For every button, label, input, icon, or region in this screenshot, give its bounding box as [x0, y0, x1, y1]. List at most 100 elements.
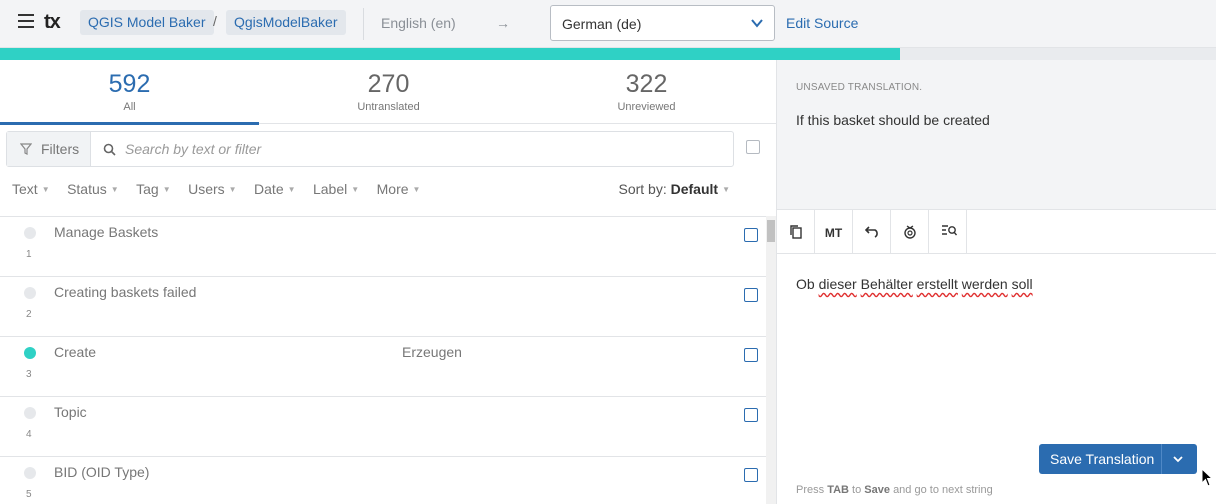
tab-count: 270 [367, 70, 410, 98]
translation-word: soll [1011, 276, 1033, 292]
tab-untranslated[interactable]: 270 Untranslated [259, 60, 518, 124]
arrow-right-icon: → [496, 15, 510, 31]
string-list: 1 Manage Baskets 2 Creating baskets fail… [0, 216, 766, 504]
string-source: Topic [54, 404, 87, 420]
translation-word: dieser [818, 276, 857, 292]
string-source: Creating baskets failed [54, 284, 197, 300]
breadcrumb-organization[interactable]: QGIS Model Baker [80, 10, 214, 35]
filters-label: Filters [41, 141, 80, 157]
status-tabs: 592 All 270 Untranslated 322 Unreviewed [0, 60, 776, 125]
caret-down-icon: ▼ [41, 185, 50, 194]
string-row[interactable]: 4 Topic [0, 397, 766, 457]
save-translation-button[interactable]: Save Translation [1039, 444, 1197, 474]
machine-translation-button[interactable]: MT [815, 210, 853, 254]
facet-label: Tag [136, 181, 159, 197]
list-scrollbar[interactable] [766, 216, 776, 504]
source-string-box: UNSAVED TRANSLATION. If this basket shou… [777, 60, 1216, 210]
save-label: Save Translation [1050, 451, 1155, 467]
row-checkbox[interactable] [744, 228, 758, 242]
string-index: 4 [26, 429, 32, 440]
caret-down-icon: ▼ [287, 185, 296, 194]
string-index: 1 [26, 249, 32, 260]
breadcrumb-separator: / [213, 13, 217, 29]
row-checkbox[interactable] [744, 468, 758, 482]
target-language-value: German (de) [562, 16, 642, 32]
translation-word: Behälter [860, 276, 913, 292]
transifex-logo[interactable]: tx [44, 11, 61, 34]
facet-label: Status [67, 181, 107, 197]
editor-panel: UNSAVED TRANSLATION. If this basket shou… [776, 60, 1216, 504]
hint-action: Save [864, 484, 890, 496]
header-divider [363, 8, 364, 40]
caret-down-icon: ▼ [162, 185, 171, 194]
row-checkbox[interactable] [744, 408, 758, 422]
search-list-icon [942, 225, 957, 236]
tab-label: Untranslated [357, 101, 420, 113]
facet-label-filter[interactable]: Label ▼ [313, 181, 359, 197]
sort-dropdown[interactable]: Sort by: Default ▼ [618, 181, 730, 197]
search-input[interactable] [125, 133, 725, 165]
string-row[interactable]: 3 Create Erzeugen [0, 337, 766, 397]
hint-text: to [852, 484, 862, 496]
target-language-select[interactable]: German (de) [550, 5, 775, 41]
facet-label: Text [12, 181, 38, 197]
facet-label: More [376, 181, 409, 197]
string-row[interactable]: 2 Creating baskets failed [0, 277, 766, 337]
translation-progress-bar [0, 48, 1216, 60]
facet-status[interactable]: Status ▼ [67, 181, 119, 197]
string-index: 5 [26, 489, 32, 500]
search-icon [103, 143, 116, 156]
special-characters-button[interactable] [891, 210, 929, 254]
string-source: BID (OID Type) [54, 464, 150, 480]
tab-count: 322 [625, 70, 668, 98]
string-row[interactable]: 1 Manage Baskets [0, 217, 766, 277]
copy-icon [790, 225, 802, 239]
mouse-cursor-icon [1201, 468, 1213, 487]
facet-label: Users [188, 181, 225, 197]
string-row[interactable]: 5 BID (OID Type) [0, 457, 766, 504]
tab-label: All [123, 101, 136, 113]
status-dot [24, 407, 36, 419]
hint-text: and go to next string [893, 484, 993, 496]
facet-tag[interactable]: Tag ▼ [136, 181, 171, 197]
editor-toolbar: MT [777, 210, 1216, 254]
string-index: 2 [26, 309, 32, 320]
undo-icon [865, 226, 878, 238]
row-checkbox[interactable] [744, 288, 758, 302]
facet-date[interactable]: Date ▼ [254, 181, 296, 197]
facet-text[interactable]: Text ▼ [12, 181, 50, 197]
edit-source-link[interactable]: Edit Source [786, 15, 858, 31]
search-bar: Filters [6, 131, 734, 167]
facet-more[interactable]: More ▼ [377, 181, 421, 197]
copy-source-button[interactable] [777, 210, 815, 254]
undo-button[interactable] [853, 210, 891, 254]
tab-unreviewed[interactable]: 322 Unreviewed [517, 60, 776, 124]
sort-prefix: Sort by: [618, 181, 667, 197]
status-dot [24, 227, 36, 239]
translation-word: werden [961, 276, 1008, 292]
translation-editor[interactable]: Ob dieser Behälter erstellt werden soll [796, 276, 1033, 292]
top-bar: tx QGIS Model Baker / QgisModelBaker Eng… [0, 0, 1216, 48]
button-divider [1161, 444, 1162, 474]
progress-fill [0, 48, 900, 60]
chevron-down-icon[interactable] [1172, 453, 1184, 465]
breadcrumb-project[interactable]: QgisModelBaker [226, 10, 346, 35]
sort-value: Default [670, 181, 719, 197]
caret-down-icon: ▼ [228, 185, 237, 194]
source-string-text: If this basket should be created [796, 112, 990, 128]
mt-label: MT [824, 226, 843, 240]
scrollbar-thumb[interactable] [767, 220, 775, 242]
status-dot [24, 347, 36, 359]
menu-icon[interactable] [18, 14, 34, 30]
status-dot [24, 287, 36, 299]
string-translation: Erzeugen [402, 344, 462, 360]
tab-count: 592 [108, 70, 151, 98]
facet-label: Date [254, 181, 284, 197]
row-checkbox[interactable] [744, 348, 758, 362]
facet-users[interactable]: Users ▼ [188, 181, 236, 197]
filters-button[interactable]: Filters [7, 132, 91, 166]
glossary-search-button[interactable] [929, 210, 967, 254]
keyboard-hint: Press TAB to Save and go to next string [796, 484, 993, 496]
select-all-checkbox[interactable] [746, 140, 760, 154]
tab-all[interactable]: 592 All [0, 60, 259, 125]
